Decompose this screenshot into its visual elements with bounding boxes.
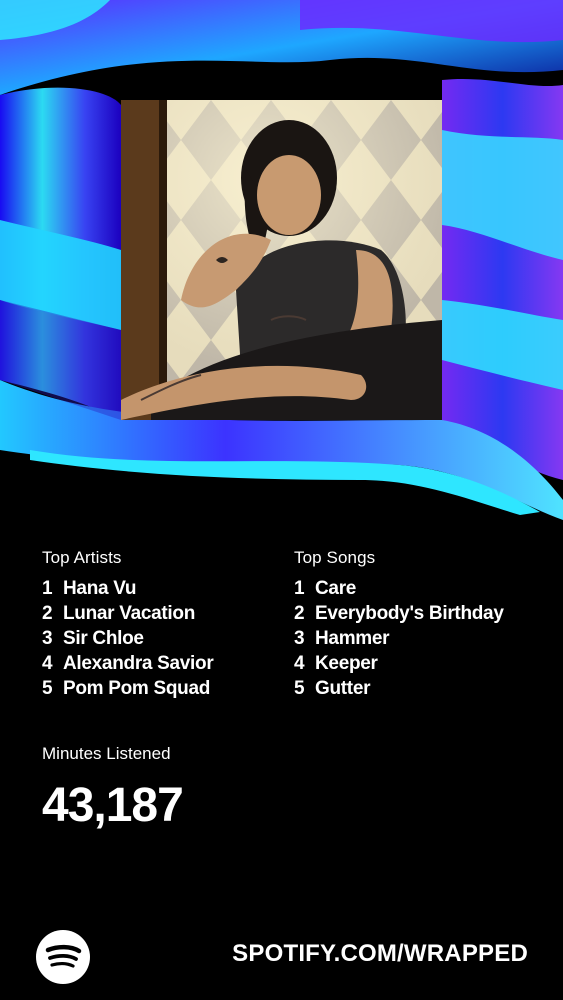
rank-number: 2: [42, 603, 53, 624]
top-songs-section: Top Songs 1 Care 2 Everybody's Birthday 3H…: [294, 548, 504, 701]
top-artists-section: Top Artists 1 Hana Vu 2 Lunar Vacation 3 Si…: [42, 548, 214, 701]
rank-number: 1: [294, 578, 305, 599]
list-item: 5 Gutter: [294, 676, 504, 701]
artist-name: Alexandra Savior: [63, 653, 214, 674]
list-item: 1 Hana Vu: [42, 576, 213, 601]
spotify-logo-icon[interactable]: [36, 930, 90, 984]
rank-number: 4: [294, 653, 305, 674]
list-item: 2 Lunar Vacation: [42, 601, 213, 626]
rank-number: 2: [294, 603, 305, 624]
top-songs-list: 1 Care 2 Everybody's Birthday 3 Hammer 4 Kee…: [294, 576, 504, 701]
song-name: Keeper: [315, 653, 378, 674]
rank-number: 4: [42, 653, 53, 674]
minutes-listened-label: Minutes Listened: [42, 744, 171, 763]
rank-number: 1: [42, 578, 53, 599]
song-name: Everybody's Birthday: [315, 603, 504, 624]
rank-number: 5: [294, 678, 305, 699]
rank-number: 5: [42, 678, 53, 699]
song-name: Gutter: [315, 678, 371, 699]
list-item: 4 Alexandra Savior: [42, 651, 214, 676]
rank-number: 3: [294, 628, 305, 649]
artist-photo: [121, 100, 442, 420]
song-name: Care: [315, 578, 357, 599]
artist-name: Hana Vu: [63, 578, 137, 599]
list-item: 2 Everybody's Birthday: [294, 601, 504, 626]
portrait-image: [121, 100, 442, 420]
top-artists-title: Top Artists: [42, 548, 122, 567]
list-item: 3 Sir Chloe: [42, 626, 213, 651]
artist-name: Pom Pom Squad: [63, 678, 211, 699]
list-item: 1 Care: [294, 576, 504, 601]
artist-name: Sir Chloe: [63, 628, 144, 649]
top-songs-title: Top Songs: [294, 548, 376, 567]
song-name: Hammer: [315, 628, 390, 649]
artist-name: Lunar Vacation: [63, 603, 196, 624]
rank-number: 3: [42, 628, 53, 649]
wrapped-url-link[interactable]: SPOTIFY.COM/WRAPPED: [232, 940, 528, 968]
top-artists-list: 1 Hana Vu 2 Lunar Vacation 3 Sir Chloe 4 Ale…: [42, 576, 214, 701]
minutes-listened-value: 43,187: [42, 779, 184, 832]
list-item: 5 Pom Pom Squad: [42, 676, 213, 701]
list-item: 3 Hammer: [294, 626, 504, 651]
list-item: 4 Keeper: [294, 651, 504, 676]
